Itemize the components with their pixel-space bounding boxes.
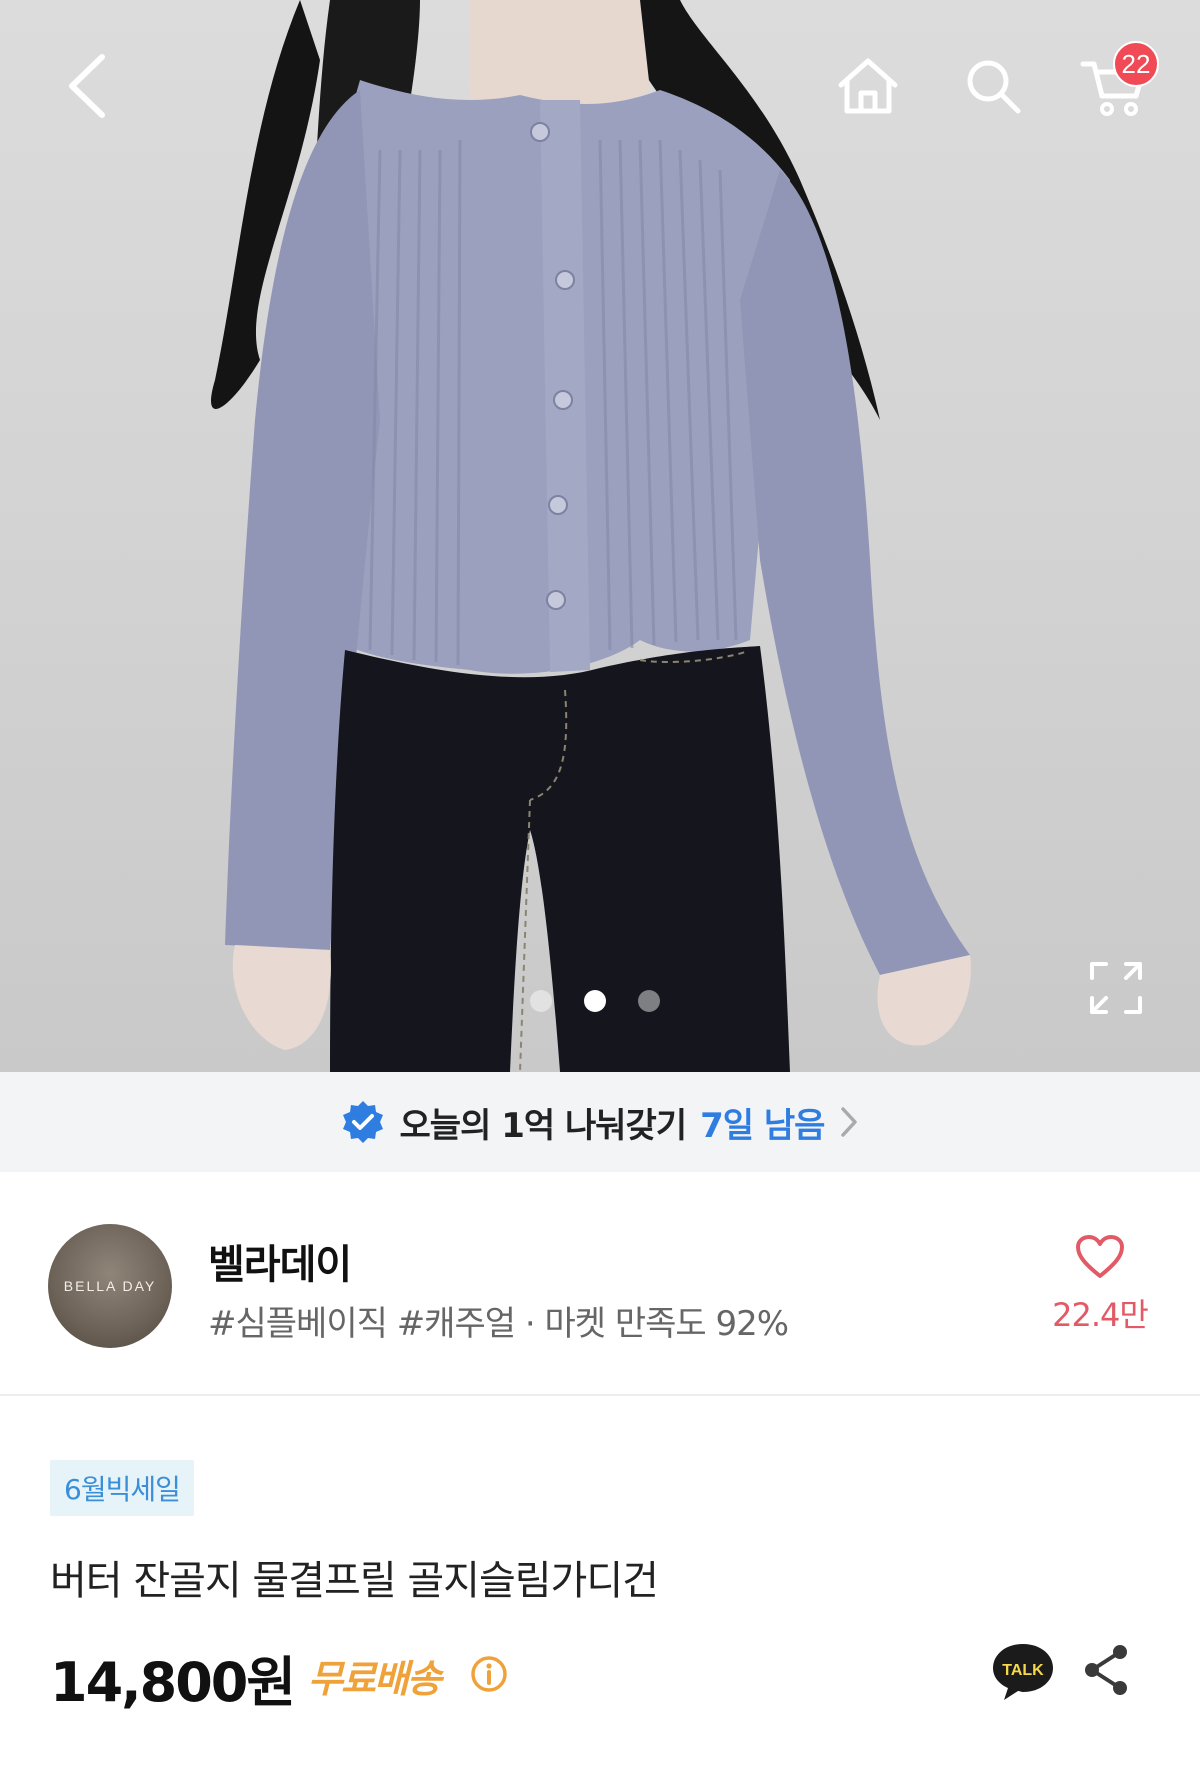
- promo-banner[interactable]: 오늘의 1억 나눠갖기 7일 남음: [0, 1072, 1200, 1172]
- shipping-label: 무료배송: [308, 1657, 442, 1701]
- store-tags: #심플베이직 #캐주얼 · 마켓 만족도 92%: [208, 1304, 789, 1344]
- talk-label: TALK: [1002, 1662, 1044, 1679]
- store-info: BELLA DAY 벨라데이 #심플베이직 #캐주얼 · 마켓 만족도 92% …: [0, 1172, 1200, 1396]
- kakao-talk-button[interactable]: TALK: [990, 1640, 1056, 1704]
- like-count: 22.4만: [1052, 1296, 1149, 1334]
- search-button[interactable]: [955, 48, 1031, 124]
- home-icon: [838, 58, 898, 114]
- home-button[interactable]: [830, 48, 906, 124]
- store-avatar[interactable]: BELLA DAY: [48, 1224, 172, 1348]
- like-button[interactable]: 22.4만: [1040, 1234, 1160, 1354]
- promo-text: 오늘의 1억 나눠갖기: [399, 1105, 688, 1146]
- gallery-dot[interactable]: [530, 990, 552, 1012]
- promo-remaining: 7일 남음: [700, 1105, 825, 1146]
- gallery-dot-active[interactable]: [584, 990, 606, 1012]
- expand-image-button[interactable]: [1086, 958, 1146, 1018]
- product-price: 14,800원: [50, 1651, 296, 1714]
- sale-badge: 6월빅세일: [50, 1460, 194, 1516]
- store-avatar-text: BELLA DAY: [63, 1278, 157, 1294]
- heart-icon: [1076, 1235, 1124, 1278]
- search-icon: [967, 60, 1021, 114]
- product-image-gallery[interactable]: 22: [0, 0, 1200, 1072]
- chevron-left-icon: [69, 54, 105, 118]
- info-icon[interactable]: [470, 1655, 508, 1693]
- chevron-right-icon: [841, 1107, 858, 1137]
- expand-icon: [1090, 962, 1142, 1014]
- verified-badge-icon: [342, 1101, 383, 1143]
- store-name[interactable]: 벨라데이: [208, 1232, 352, 1290]
- gallery-pagination: [530, 990, 660, 1012]
- product-title: 버터 잔골지 물결프릴 골지슬림가디건: [50, 1558, 659, 1604]
- product-photo: [211, 0, 971, 1072]
- back-button[interactable]: [52, 44, 120, 128]
- share-icon[interactable]: [1080, 1642, 1132, 1698]
- cart-count-badge: 22: [1113, 41, 1159, 87]
- gallery-dot[interactable]: [638, 990, 660, 1012]
